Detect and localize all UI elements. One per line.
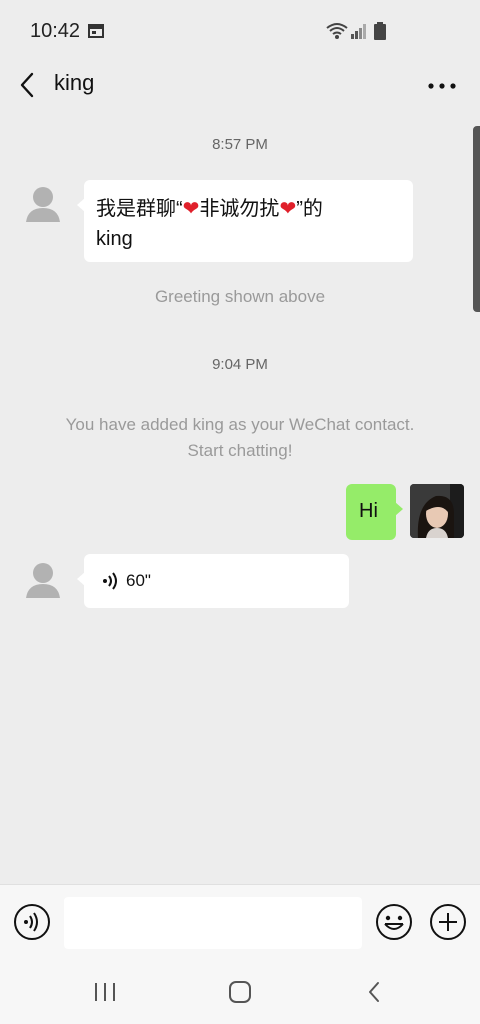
timestamp: 8:57 PM — [212, 136, 268, 153]
message-text: king — [96, 228, 133, 250]
message-bubble-received[interactable]: 我是群聊“❤非诚勿扰❤”的 king — [77, 180, 413, 262]
battery-icon — [374, 22, 386, 40]
message-text: 我是群聊“ — [96, 198, 183, 220]
contact-avatar[interactable] — [16, 554, 70, 608]
user-photo — [410, 484, 464, 538]
message-text: 非诚勿扰 — [199, 198, 280, 220]
status-time: 10:42 — [30, 20, 81, 42]
greeting-note: Greeting shown above — [154, 287, 326, 306]
status-bar: 10:42 — [0, 0, 480, 58]
system-nav-bar — [0, 960, 480, 1024]
heart-emoji-icon: ❤ — [182, 198, 200, 220]
signal-icon — [351, 24, 366, 39]
calendar-icon — [88, 24, 104, 38]
chat-title: king — [54, 70, 95, 95]
wifi-icon — [326, 23, 348, 39]
timestamp: 9:04 PM — [212, 356, 268, 373]
message-text: ”的 — [296, 198, 323, 220]
contact-added-line: Start chatting! — [187, 441, 293, 460]
voice-wave-icon — [103, 572, 117, 590]
contact-added-notice: You have added king as your WeChat conta… — [30, 412, 450, 464]
user-avatar[interactable] — [410, 484, 464, 538]
emoji-button[interactable] — [375, 903, 413, 941]
voice-input-button[interactable] — [13, 903, 51, 941]
chat-header: king — [0, 58, 480, 112]
scroll-indicator[interactable] — [473, 126, 480, 312]
message-input[interactable] — [64, 897, 362, 949]
contact-added-line: You have added king as your WeChat conta… — [65, 415, 415, 434]
contact-avatar[interactable] — [16, 178, 70, 232]
message-bubble-sent[interactable]: Hi — [346, 484, 403, 540]
heart-emoji-icon: ❤ — [279, 198, 297, 220]
back-button[interactable] — [16, 70, 40, 100]
recent-apps-button[interactable] — [92, 980, 118, 1004]
more-options-button[interactable] — [426, 76, 458, 96]
message-text: Hi — [359, 500, 378, 522]
home-button[interactable] — [226, 978, 254, 1006]
nav-back-button[interactable] — [364, 980, 386, 1004]
voice-duration: 60" — [126, 571, 151, 590]
voice-message-bubble[interactable]: 60" — [77, 554, 349, 608]
input-bar — [0, 884, 480, 960]
more-features-button[interactable] — [429, 903, 467, 941]
